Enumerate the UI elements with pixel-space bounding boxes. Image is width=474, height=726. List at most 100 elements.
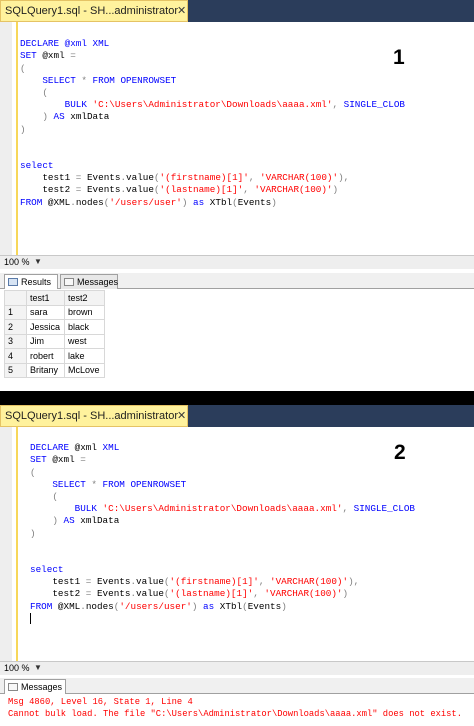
row-number[interactable]: 4 [4, 348, 27, 364]
row-number[interactable]: 3 [4, 333, 27, 349]
change-margin-indicator [16, 427, 18, 661]
cell-test2[interactable]: black [64, 319, 105, 335]
code-token: ), [348, 576, 360, 588]
code-token: nodes [75, 196, 104, 208]
cell-test1[interactable]: Jim [26, 333, 65, 349]
code-token: FROM [30, 600, 58, 612]
table-row[interactable]: 1 sara brown [4, 304, 105, 320]
document-tab[interactable]: SQLQuery1.sql - SH...administrator (64))… [0, 0, 188, 37]
code-token: , [253, 588, 265, 600]
document-tab-strip: SQLQuery1.sql - SH...administrator (64))… [0, 0, 474, 37]
sql-code[interactable]: DECLARE @xml XML SET @xml =( SELECT * FRO… [30, 430, 415, 625]
code-token: '(lastname)[1]' [169, 588, 254, 600]
grid-corner[interactable] [4, 290, 27, 306]
code-line: ( [30, 467, 415, 479]
code-line: select [20, 160, 405, 172]
code-token: Events [247, 600, 282, 612]
tab-messages[interactable]: Messages [4, 679, 66, 694]
tab-results-label: Results [21, 277, 52, 287]
query-window-2: SQLQuery1.sql - SH...administrator (64))… [0, 405, 474, 726]
code-token: ( [30, 490, 58, 502]
zoom-bar: 100 % ▼ [0, 661, 474, 675]
change-margin-indicator [16, 22, 18, 255]
code-token: BULK [20, 99, 93, 111]
code-line: BULK 'C:\Users\Administrator\Downloads\a… [30, 503, 415, 515]
tab-results[interactable]: Results [4, 274, 58, 289]
cell-test2[interactable]: west [64, 333, 105, 349]
editor-gutter [0, 22, 12, 255]
code-token: SET [20, 50, 43, 62]
column-header-test2[interactable]: test2 [64, 290, 105, 306]
row-number[interactable]: 5 [4, 362, 27, 378]
code-token: Events [237, 196, 272, 208]
row-number[interactable]: 2 [4, 319, 27, 335]
code-token: SELECT [30, 478, 92, 490]
code-token: XTbl [219, 600, 243, 612]
cell-test2[interactable]: McLove [64, 362, 105, 378]
code-line: SELECT * FROM OPENROWSET [30, 479, 415, 491]
close-icon[interactable]: ✕ [177, 406, 186, 426]
code-line: FROM @XML.nodes('/users/user') as XTbl(E… [30, 601, 415, 613]
table-row[interactable]: 2 Jessica black [4, 319, 105, 335]
code-token: '/users/user' [119, 600, 192, 612]
chevron-down-icon[interactable]: ▼ [34, 663, 42, 672]
code-token: ) [20, 111, 54, 123]
grid-header-row: test1 test2 [4, 290, 105, 306]
cell-test1[interactable]: robert [26, 348, 65, 364]
chevron-down-icon[interactable]: ▼ [34, 257, 42, 266]
code-line: ( [20, 63, 405, 75]
code-line: BULK 'C:\Users\Administrator\Downloads\a… [20, 99, 405, 111]
code-token: , [342, 503, 354, 515]
code-token: test2 [20, 184, 76, 196]
code-line: FROM @XML.nodes('/users/user') as XTbl(E… [20, 197, 405, 209]
results-tab-strip: Messages [0, 678, 474, 694]
code-token: * [81, 74, 93, 86]
table-row[interactable]: 4 robert lake [4, 348, 105, 364]
cell-test2[interactable]: lake [64, 348, 105, 364]
code-token: ( [30, 466, 36, 478]
code-token: = [80, 454, 86, 466]
row-number[interactable]: 1 [4, 304, 27, 320]
table-row[interactable]: 3 Jim west [4, 333, 105, 349]
code-line: SET @xml = [20, 50, 405, 62]
code-token: ) [332, 184, 339, 196]
document-tab[interactable]: SQLQuery1.sql - SH...administrator (64))… [0, 405, 188, 442]
zoom-bar: 100 % ▼ [0, 255, 474, 269]
code-token: as [203, 600, 220, 612]
close-icon[interactable]: ✕ [177, 1, 186, 21]
code-token: Events [86, 172, 121, 184]
zoom-level[interactable]: 100 % [4, 663, 30, 673]
code-token: ) [30, 515, 64, 527]
code-token: value [126, 172, 154, 184]
code-token: FROM OPENROWSET [92, 74, 177, 86]
code-token: @xml [52, 454, 81, 466]
code-token: DECLARE @xml XML [20, 38, 110, 50]
table-row[interactable]: 5 Britany McLove [4, 362, 105, 378]
code-token: 'VARCHAR(100)' [269, 576, 349, 588]
code-token: ) [191, 600, 204, 612]
cell-test2[interactable]: brown [64, 304, 105, 320]
cell-test1[interactable]: sara [26, 304, 65, 320]
panel-divider [0, 391, 474, 405]
code-token: nodes [85, 600, 114, 612]
column-header-test1[interactable]: test1 [26, 290, 65, 306]
code-token: 'VARCHAR(100)' [259, 172, 339, 184]
code-token: ) [181, 196, 194, 208]
tab-messages[interactable]: Messages [60, 274, 118, 289]
code-token: = [85, 588, 97, 600]
annotation-label: 1 [393, 46, 405, 69]
cell-test1[interactable]: Britany [26, 362, 65, 378]
code-token: test2 [30, 588, 86, 600]
results-grid[interactable]: test1 test2 1 sara brown 2 Jessica black 3 Jim w… [4, 290, 105, 378]
code-line: test1 = Events.value('(firstname)[1]', '… [20, 172, 405, 184]
code-token: ) [281, 600, 287, 612]
cell-test1[interactable]: Jessica [26, 319, 65, 335]
code-line: ) AS xmlData [30, 515, 415, 527]
zoom-level[interactable]: 100 % [4, 257, 30, 267]
code-token: AS [63, 515, 81, 527]
code-token: @xml [74, 442, 103, 454]
sql-code[interactable]: DECLARE @xml XML SET @xml =( SELECT * FRO… [20, 26, 405, 209]
code-token: value [136, 588, 164, 600]
